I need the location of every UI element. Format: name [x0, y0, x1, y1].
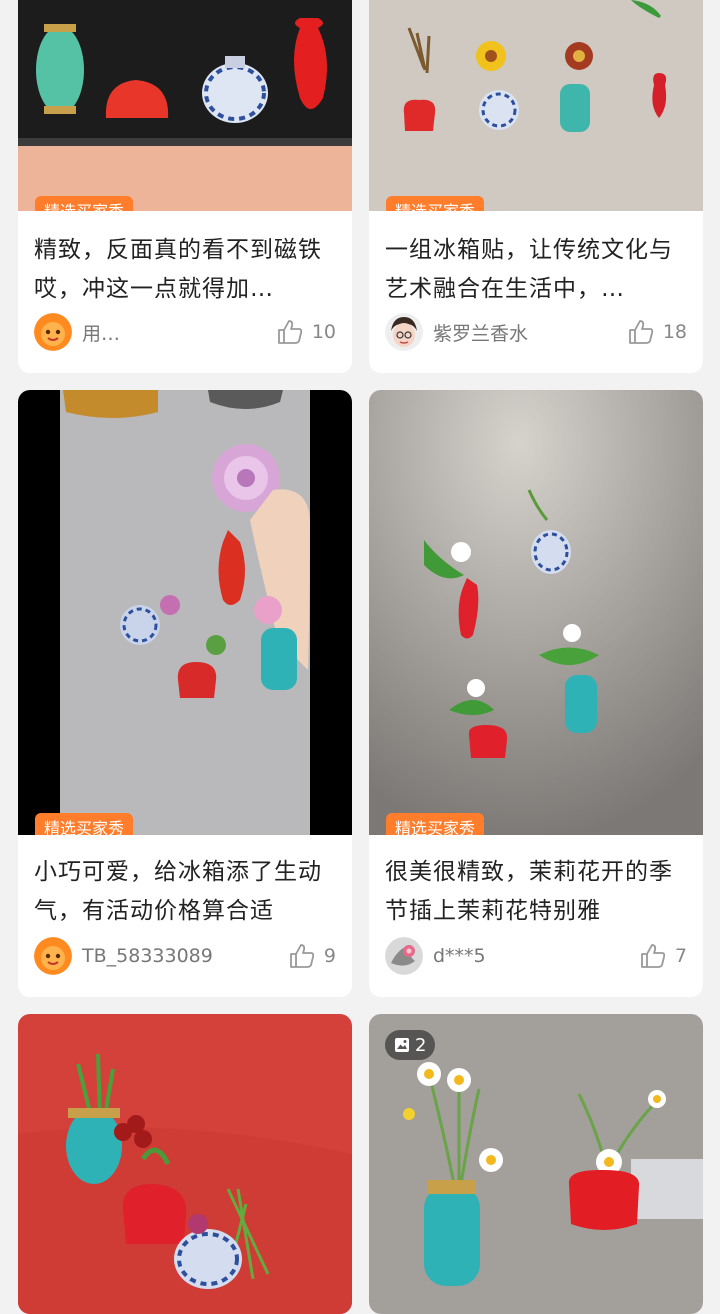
username[interactable]: 紫罗兰香水 — [433, 319, 627, 346]
review-text[interactable]: 一组冰箱贴，让传统文化与艺术融合在生活中，… — [369, 211, 703, 309]
review-card[interactable]: 精选买家秀 一组冰箱贴，让传统文化与艺术融合在生活中，… 紫罗兰香水 18 — [369, 0, 703, 373]
review-photo[interactable] — [18, 1014, 352, 1314]
user-avatar[interactable] — [34, 313, 72, 351]
thumbs-up-icon — [277, 320, 302, 344]
review-text[interactable]: 小巧可爱，给冰箱添了生动气，有活动价格算合适 — [18, 835, 352, 931]
review-meta: 用… 10 — [34, 313, 336, 351]
review-photo[interactable]: 精选买家秀 — [18, 390, 352, 835]
product-review-feed: 精选买家秀 精致，反面真的看不到磁铁哎，冲这一点就得加… 用… 10 — [0, 0, 720, 1314]
user-avatar[interactable] — [385, 313, 423, 351]
like-button[interactable]: 18 — [627, 318, 687, 346]
review-card[interactable] — [18, 1014, 352, 1314]
review-text[interactable]: 很美很精致，茉莉花开的季节插上茉莉花特别雅 — [369, 835, 703, 931]
photo-count-badge: 2 — [385, 1030, 436, 1060]
like-count: 10 — [311, 321, 336, 343]
review-card[interactable]: 精选买家秀 精致，反面真的看不到磁铁哎，冲这一点就得加… 用… 10 — [18, 0, 352, 373]
review-text[interactable]: 精致，反面真的看不到磁铁哎，冲这一点就得加… — [18, 211, 352, 309]
like-button[interactable]: 7 — [639, 942, 687, 970]
like-count: 18 — [662, 321, 687, 343]
username[interactable]: TB_58333089 — [82, 945, 288, 967]
username[interactable]: 用… — [82, 319, 276, 346]
user-avatar[interactable] — [385, 937, 423, 975]
like-button[interactable]: 10 — [276, 318, 336, 346]
review-card[interactable]: 精选买家秀 小巧可爱，给冰箱添了生动气，有活动价格算合适 TB_58333089… — [18, 390, 352, 997]
photo-count: 2 — [415, 1034, 427, 1056]
image-icon — [395, 1038, 409, 1052]
review-meta: d***5 7 — [385, 937, 687, 975]
review-photo[interactable]: 2 — [369, 1014, 703, 1314]
review-card[interactable]: 精选买家秀 很美很精致，茉莉花开的季节插上茉莉花特别雅 d***5 7 — [369, 390, 703, 997]
thumbs-up-icon — [628, 320, 653, 344]
user-avatar[interactable] — [34, 937, 72, 975]
review-photo[interactable]: 精选买家秀 — [18, 0, 352, 211]
featured-review-badge: 精选买家秀 — [386, 813, 485, 835]
thumbs-up-icon — [641, 944, 666, 968]
featured-review-badge: 精选买家秀 — [35, 196, 134, 211]
review-photo[interactable]: 精选买家秀 — [369, 390, 703, 835]
review-card[interactable]: 2 — [369, 1014, 703, 1314]
like-count: 9 — [323, 945, 336, 967]
username[interactable]: d***5 — [433, 945, 639, 967]
thumbs-up-icon — [290, 944, 315, 968]
featured-review-badge: 精选买家秀 — [35, 813, 134, 835]
like-button[interactable]: 9 — [288, 942, 336, 970]
review-meta: TB_58333089 9 — [34, 937, 336, 975]
review-meta: 紫罗兰香水 18 — [385, 313, 687, 351]
featured-review-badge: 精选买家秀 — [386, 196, 485, 211]
review-photo[interactable]: 精选买家秀 — [369, 0, 703, 211]
like-count: 7 — [674, 945, 687, 967]
